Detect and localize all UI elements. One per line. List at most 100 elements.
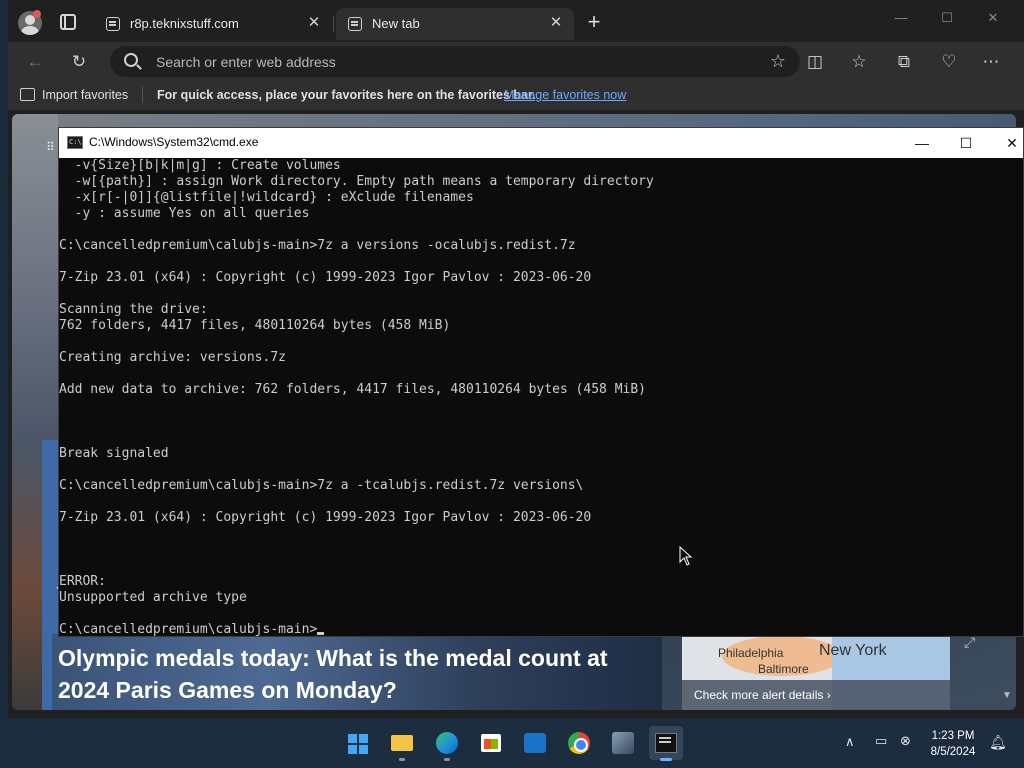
favorites-bar: Import favorites For quick access, place… — [8, 80, 1024, 110]
manage-favorites-link[interactable]: Manage favorites now — [504, 88, 626, 102]
running-indicator — [660, 758, 672, 761]
chevron-right-icon: › — [826, 688, 831, 702]
taskbar-edge[interactable] — [430, 726, 464, 761]
console-line: -x[r[-|0]]{@listfile|!wildcard} : eXclud… — [59, 190, 474, 205]
running-indicator — [444, 758, 450, 761]
map-city-label: New York — [819, 642, 887, 659]
chrome-icon — [568, 732, 590, 754]
search-icon — [124, 53, 138, 67]
alert-details-link[interactable]: Check more alert details › — [682, 680, 950, 710]
taskbar: ∧ ▭ ⊗ 1:23 PM 8/5/2024 🔔︎ — [0, 718, 1024, 768]
console-line: 7-Zip 23.01 (x64) : Copyright (c) 1999-2… — [59, 510, 592, 525]
taskbar-outlook[interactable] — [518, 726, 552, 760]
cmd-title-bar[interactable]: C:\ C:\Windows\System32\cmd.exe — ☐ ✕ — [59, 128, 1023, 158]
page-icon — [106, 17, 120, 31]
notification-bell-icon[interactable]: 🔔︎ — [989, 734, 1007, 751]
console-line: Scanning the drive: — [59, 302, 208, 317]
tab-strip: r8p.teknixstuff.com ✕ New tab ✕ + — ☐ ✕ — [8, 0, 1024, 42]
network-icon[interactable]: ▭ — [875, 733, 893, 751]
tab-teknixstuff[interactable]: r8p.teknixstuff.com ✕ — [94, 8, 332, 40]
taskbar-file-explorer[interactable] — [385, 726, 419, 761]
collections-icon[interactable]: ⧉ — [891, 49, 917, 75]
terminal-icon — [655, 733, 677, 753]
favorites-separator — [142, 87, 143, 103]
console-line: C:\cancelledpremium\calubjs-main>7z a -t… — [59, 478, 584, 493]
running-indicator — [399, 758, 405, 761]
console-line: C:\cancelledpremium\calubjs-main> — [59, 622, 1023, 636]
refresh-icon[interactable]: ↻ — [66, 49, 92, 75]
cmd-maximize-button[interactable]: ☐ — [943, 128, 989, 158]
tab-actions-icon[interactable] — [60, 14, 76, 30]
store-icon — [481, 734, 501, 752]
chevron-up-icon[interactable]: ∧ — [845, 734, 855, 750]
cmd-window: C:\ C:\Windows\System32\cmd.exe — ☐ ✕ -v… — [58, 127, 1024, 637]
taskbar-microsoft-store[interactable] — [474, 726, 508, 760]
news-headline[interactable]: Olympic medals today: What is the medal … — [58, 642, 638, 706]
tab-separator — [333, 16, 334, 32]
weather-map-card[interactable]: Philadelphia New York Baltimore Check mo… — [682, 632, 950, 710]
console-line: Add new data to archive: 762 folders, 44… — [59, 382, 646, 397]
address-bar[interactable]: Search or enter web address ☆ — [110, 46, 800, 77]
folder-icon — [391, 735, 413, 751]
taskbar-game[interactable] — [606, 726, 640, 760]
tab-new-tab[interactable]: New tab ✕ — [336, 8, 574, 40]
console-line: ERROR: — [59, 574, 106, 589]
close-icon[interactable]: ✕ — [546, 13, 566, 33]
outlook-icon — [524, 733, 546, 753]
cmd-app-icon: C:\ — [67, 136, 83, 149]
close-icon[interactable]: ✕ — [304, 13, 324, 33]
map-city-label: Baltimore — [758, 662, 809, 676]
close-button[interactable]: ✕ — [978, 6, 1008, 30]
map-city-label: Philadelphia — [718, 646, 784, 660]
edge-icon — [436, 732, 458, 754]
scroll-down-icon[interactable]: ▼ — [1002, 690, 1012, 701]
more-menu-icon[interactable]: ⋯ — [978, 49, 1004, 75]
volume-muted-icon[interactable]: ⊗ — [900, 733, 918, 751]
favorites-bar-message: For quick access, place your favorites h… — [157, 88, 536, 102]
maximize-button[interactable]: ☐ — [932, 6, 962, 30]
browser-essentials-icon[interactable]: ♡ — [936, 49, 962, 75]
taskbar-chrome[interactable] — [562, 726, 596, 760]
console-line: -v{Size}[b|k|m|g] : Create volumes — [59, 158, 341, 173]
back-arrow-icon[interactable]: ← — [22, 49, 48, 75]
new-tab-page-icon — [348, 17, 362, 31]
game-icon — [612, 732, 634, 754]
clock-time: 1:23 PM — [931, 730, 975, 742]
start-button[interactable] — [340, 726, 374, 760]
favorites-icon[interactable]: ☆ — [846, 49, 872, 75]
minimize-button[interactable]: — — [886, 6, 916, 30]
console-line: 762 folders, 4417 files, 480110264 bytes… — [59, 318, 451, 333]
tab-label: New tab — [372, 16, 420, 31]
browser-toolbar: ← ↻ Search or enter web address ☆ ◫ ☆ ⧉ … — [8, 42, 1024, 80]
taskbar-command-prompt[interactable] — [649, 726, 683, 761]
apps-grid-icon[interactable]: ⠿ — [46, 140, 58, 154]
alert-details-label: Check more alert details — [694, 688, 824, 702]
star-icon[interactable]: ☆ — [770, 51, 786, 72]
cmd-title: C:\Windows\System32\cmd.exe — [89, 135, 259, 149]
cmd-close-button[interactable]: ✕ — [989, 128, 1024, 158]
import-icon — [20, 88, 35, 101]
taskbar-clock[interactable]: 1:23 PM 8/5/2024 — [922, 728, 984, 760]
clock-date: 8/5/2024 — [930, 746, 976, 758]
console-line: Unsupported archive type — [59, 590, 247, 605]
console-output[interactable]: -v{Size}[b|k|m|g] : Create volumes -w[{p… — [59, 158, 1023, 636]
import-favorites-button[interactable]: Import favorites — [42, 88, 128, 102]
profile-notification-dot — [33, 10, 41, 18]
split-screen-icon[interactable]: ◫ — [802, 49, 828, 75]
console-line: -y : assume Yes on all queries — [59, 206, 310, 221]
new-tab-button[interactable]: + — [582, 11, 606, 35]
console-line: Break signaled — [59, 446, 169, 461]
cmd-minimize-button[interactable]: — — [899, 128, 945, 158]
